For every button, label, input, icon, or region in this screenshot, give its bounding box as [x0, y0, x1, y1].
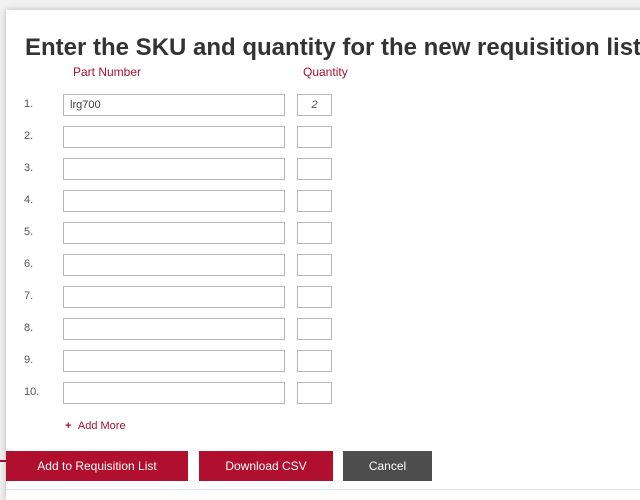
- row-number: 5.: [24, 226, 34, 238]
- item-row-3: 3.: [6, 158, 640, 180]
- row-number: 4.: [24, 194, 34, 206]
- part-number-input-6[interactable]: [63, 254, 285, 276]
- quantity-input-5[interactable]: [297, 222, 332, 244]
- item-row-4: 4.: [6, 190, 640, 212]
- part-number-input-2[interactable]: [63, 126, 285, 148]
- quantity-input-1[interactable]: [297, 94, 332, 116]
- cancel-button[interactable]: Cancel: [343, 451, 432, 481]
- quantity-input-7[interactable]: [297, 286, 332, 308]
- item-row-2: 2.: [6, 126, 640, 148]
- part-number-input-4[interactable]: [63, 190, 285, 212]
- item-row-8: 8.: [6, 318, 640, 340]
- part-number-input-9[interactable]: [63, 350, 285, 372]
- quantity-input-10[interactable]: [297, 382, 332, 404]
- row-number: 9.: [24, 354, 34, 366]
- row-number: 1.: [24, 98, 34, 110]
- quantity-input-8[interactable]: [297, 318, 332, 340]
- add-more-link[interactable]: + Add More: [65, 419, 126, 433]
- quantity-input-6[interactable]: [297, 254, 332, 276]
- quantity-input-9[interactable]: [297, 350, 332, 372]
- divider: [6, 489, 640, 490]
- part-number-input-3[interactable]: [63, 158, 285, 180]
- item-row-9: 9.: [6, 350, 640, 372]
- row-number: 7.: [24, 290, 34, 302]
- plus-icon: +: [65, 420, 72, 432]
- row-number: 6.: [24, 258, 34, 270]
- quantity-input-4[interactable]: [297, 190, 332, 212]
- part-number-column-header: Part Number: [73, 65, 142, 79]
- row-number: 10.: [24, 386, 40, 398]
- item-row-10: 10.: [6, 382, 640, 404]
- row-number: 8.: [24, 322, 34, 334]
- part-number-input-7[interactable]: [63, 286, 285, 308]
- add-to-requisition-list-button[interactable]: Add to Requisition List: [6, 451, 188, 481]
- page-title: Enter the SKU and quantity for the new r…: [25, 34, 640, 61]
- requisition-dialog: Enter the SKU and quantity for the new r…: [6, 10, 640, 500]
- quantity-input-3[interactable]: [297, 158, 332, 180]
- add-more-label: Add More: [77, 420, 126, 432]
- row-number: 3.: [24, 162, 34, 174]
- item-row-5: 5.: [6, 222, 640, 244]
- item-row-7: 7.: [6, 286, 640, 308]
- download-csv-button[interactable]: Download CSV: [199, 451, 333, 481]
- row-number: 2.: [24, 130, 34, 142]
- part-number-input-1[interactable]: [63, 94, 285, 116]
- part-number-input-5[interactable]: [63, 222, 285, 244]
- part-number-input-8[interactable]: [63, 318, 285, 340]
- quantity-input-2[interactable]: [297, 126, 332, 148]
- part-number-input-10[interactable]: [63, 382, 285, 404]
- item-row-6: 6.: [6, 254, 640, 276]
- item-row-1: 1.: [6, 94, 640, 116]
- quantity-column-header: Quantity: [303, 65, 348, 79]
